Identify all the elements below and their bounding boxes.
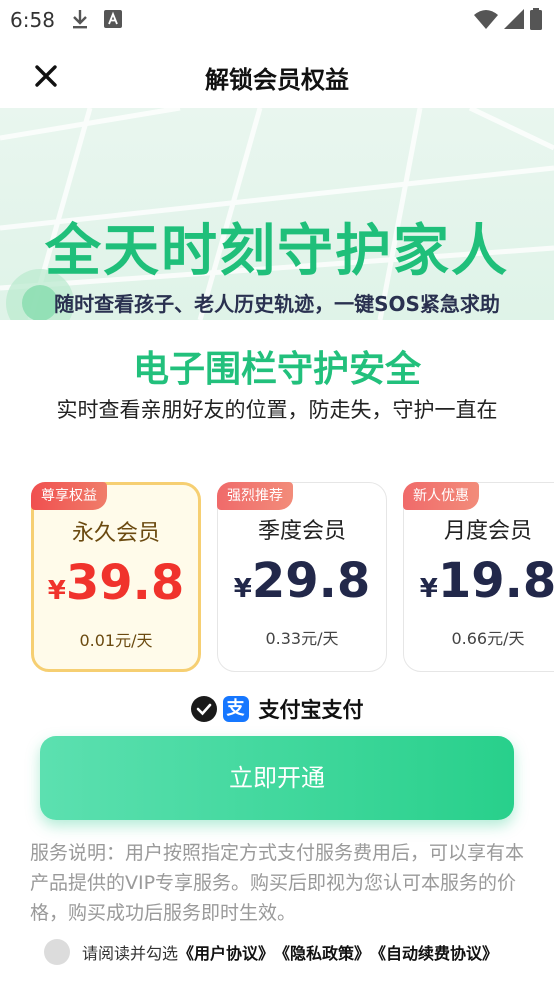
nav-bar: 解锁会员权益 bbox=[0, 46, 554, 106]
signal-icon bbox=[504, 9, 524, 29]
currency-symbol: ¥ bbox=[233, 574, 252, 604]
banner-subtitle: 随时查看孩子、老人历史轨迹，一键SOS紧急求助 bbox=[54, 292, 500, 316]
plan-card-quarterly[interactable]: 强烈推荐 季度会员 ¥29.8 0.33元/天 bbox=[217, 482, 387, 672]
status-time: 6:58 bbox=[10, 8, 55, 32]
status-left-icons bbox=[70, 8, 122, 30]
hero-banner: 全天时刻守护家人 随时查看孩子、老人历史轨迹，一键SOS紧急求助 bbox=[0, 108, 554, 320]
plan-card-lifetime[interactable]: 尊享权益 永久会员 ¥39.8 0.01元/天 bbox=[31, 482, 201, 672]
battery-icon bbox=[530, 8, 542, 30]
user-agreement-link[interactable]: 《用户协议》 bbox=[178, 940, 274, 964]
download-icon bbox=[73, 10, 87, 29]
activate-now-button[interactable]: 立即开通 bbox=[40, 736, 514, 820]
feature-title: 电子围栏守护安全 bbox=[132, 349, 421, 390]
plan-name: 季度会员 bbox=[257, 519, 346, 544]
alipay-icon: 支 bbox=[222, 696, 249, 722]
price-value: 29.8 bbox=[251, 553, 371, 609]
plan-badge: 新人优惠 bbox=[403, 482, 479, 510]
agreement-checkbox[interactable] bbox=[44, 939, 70, 965]
auto-renewal-agreement-link[interactable]: 《自动续费协议》 bbox=[370, 940, 498, 964]
plan-badge: 尊享权益 bbox=[31, 482, 107, 510]
plan-daily-cost: 0.33元/天 bbox=[265, 629, 339, 648]
page-title: 解锁会员权益 bbox=[205, 66, 349, 94]
feature-description: 实时查看亲朋好友的位置，防走失，守护一直在 bbox=[56, 398, 498, 422]
agreement-row: 请阅读并勾选 《用户协议》 《隐私政策》 《自动续费协议》 bbox=[44, 938, 498, 966]
a-notification-icon bbox=[104, 10, 122, 28]
agreement-prefix: 请阅读并勾选 bbox=[82, 944, 179, 963]
payment-method-row[interactable]: 支 支付宝支付 bbox=[0, 694, 554, 724]
plan-price: ¥39.8 bbox=[34, 555, 198, 611]
price-value: 39.8 bbox=[65, 555, 185, 611]
plan-carousel[interactable]: 尊享权益 永久会员 ¥39.8 0.01元/天 强烈推荐 季度会员 ¥29.8 … bbox=[0, 482, 554, 678]
wifi-icon bbox=[474, 10, 498, 29]
status-right-icons bbox=[474, 8, 542, 30]
plan-daily-cost: 0.01元/天 bbox=[79, 631, 153, 650]
plan-price: ¥19.8 bbox=[404, 553, 554, 609]
price-value: 19.8 bbox=[437, 553, 554, 609]
payment-method-label: 支付宝支付 bbox=[258, 698, 364, 722]
privacy-policy-link[interactable]: 《隐私政策》 bbox=[274, 940, 370, 964]
banner-title: 全天时刻守护家人 bbox=[45, 219, 509, 284]
plan-price: ¥29.8 bbox=[218, 553, 386, 609]
currency-symbol: ¥ bbox=[419, 574, 438, 604]
payment-checkbox[interactable] bbox=[190, 696, 217, 722]
plan-badge: 强烈推荐 bbox=[217, 482, 293, 510]
currency-symbol: ¥ bbox=[47, 576, 66, 606]
plan-daily-cost: 0.66元/天 bbox=[451, 629, 525, 648]
plan-card-monthly[interactable]: 新人优惠 月度会员 ¥19.8 0.66元/天 bbox=[403, 482, 554, 672]
plan-name: 月度会员 bbox=[443, 519, 532, 544]
plan-name: 永久会员 bbox=[71, 521, 160, 546]
status-bar: 6:58 bbox=[0, 0, 554, 40]
service-note: 服务说明：用户按照指定方式支付服务费用后，可以享有本产品提供的VIP专享服务。购… bbox=[30, 842, 525, 924]
checkmark-icon bbox=[196, 703, 211, 716]
